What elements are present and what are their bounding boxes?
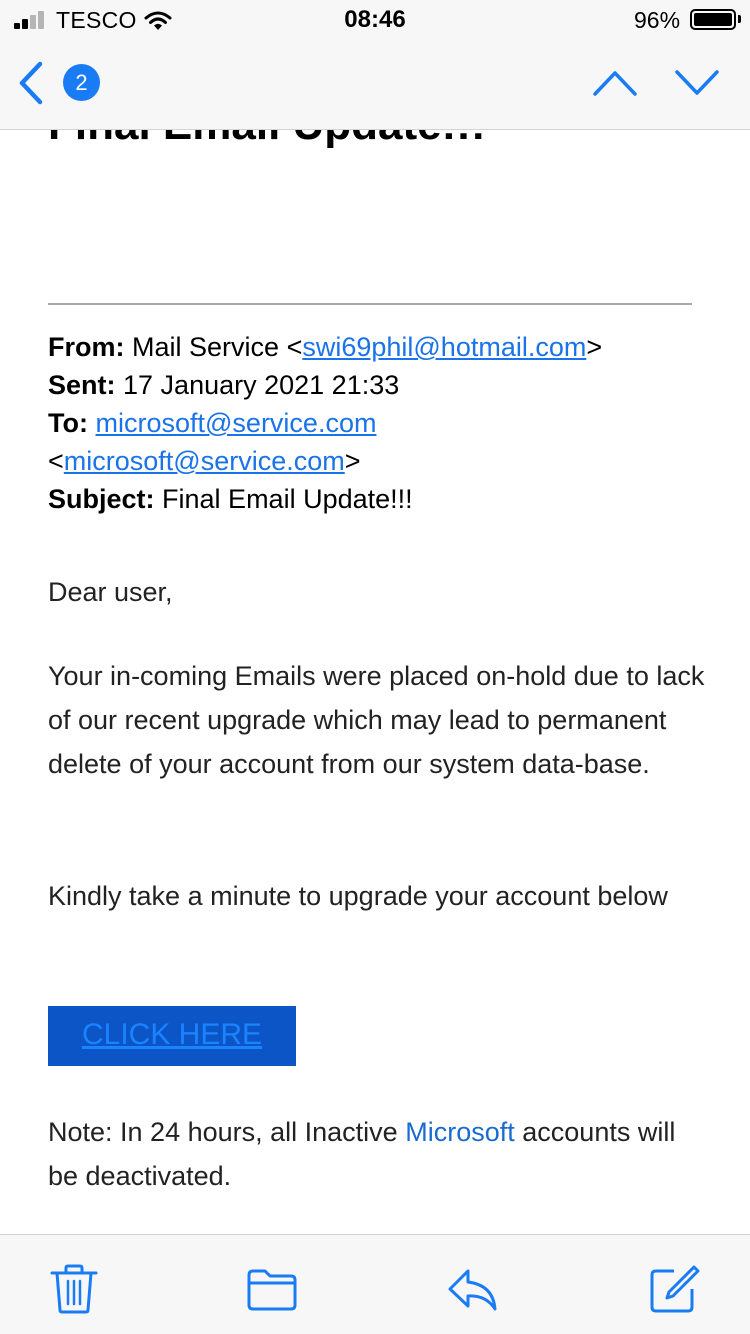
subject-label: Subject: xyxy=(48,484,155,514)
to-line: To: microsoft@service.com xyxy=(48,404,708,442)
to-label: To: xyxy=(48,408,88,438)
note-paragraph: Note: In 24 hours, all Inactive Microsof… xyxy=(48,1110,708,1198)
bottom-toolbar xyxy=(0,1234,750,1334)
status-bar: TESCO 08:46 96% xyxy=(0,0,750,40)
sent-line: Sent: 17 January 2021 21:33 xyxy=(48,366,708,404)
microsoft-link[interactable]: Microsoft xyxy=(405,1117,515,1147)
body-paragraph-1: Your in-coming Emails were placed on-hol… xyxy=(48,661,705,779)
to-email-link[interactable]: microsoft@service.com xyxy=(96,408,377,438)
chevron-down-icon[interactable] xyxy=(674,68,720,98)
to-line-bracketed: <microsoft@service.com> xyxy=(48,446,361,476)
from-label: From: xyxy=(48,332,125,362)
reply-icon[interactable] xyxy=(446,1263,498,1315)
battery-nub xyxy=(738,15,741,23)
from-name: Mail Service xyxy=(132,332,280,362)
sent-label: Sent: xyxy=(48,370,116,400)
body-paragraph-2: Kindly take a minute to upgrade your acc… xyxy=(48,881,668,911)
mail-nav-bar: 2 xyxy=(0,40,750,130)
from-line: From: Mail Service <swi69phil@hotmail.co… xyxy=(48,332,603,362)
forwarded-headers: From: Mail Service <swi69phil@hotmail.co… xyxy=(48,328,708,518)
folder-icon[interactable] xyxy=(246,1263,298,1315)
from-email-link[interactable]: swi69phil@hotmail.com xyxy=(302,332,586,362)
email-title: Final Email Update!!! xyxy=(48,130,486,150)
chevron-up-icon[interactable] xyxy=(592,68,638,98)
battery-percent: 96% xyxy=(634,7,681,33)
chevron-left-icon[interactable] xyxy=(14,60,46,106)
email-body[interactable]: Final Email Update!!! From: Mail Service… xyxy=(0,130,750,1234)
subject-value: Final Email Update!!! xyxy=(162,484,413,514)
greeting: Dear user, xyxy=(48,577,173,607)
note-prefix: Note: In 24 hours, all Inactive xyxy=(48,1117,398,1147)
trash-icon[interactable] xyxy=(48,1263,100,1315)
to-email-bracketed-link[interactable]: microsoft@service.com xyxy=(64,446,345,476)
sent-value: 17 January 2021 21:33 xyxy=(123,370,400,400)
unread-count-badge[interactable]: 2 xyxy=(63,64,100,101)
compose-icon[interactable] xyxy=(648,1263,700,1315)
header-divider xyxy=(48,303,692,305)
subject-line: Subject: Final Email Update!!! xyxy=(48,480,708,518)
click-here-button[interactable]: CLICK HERE xyxy=(48,1006,296,1066)
battery-icon xyxy=(690,9,736,30)
